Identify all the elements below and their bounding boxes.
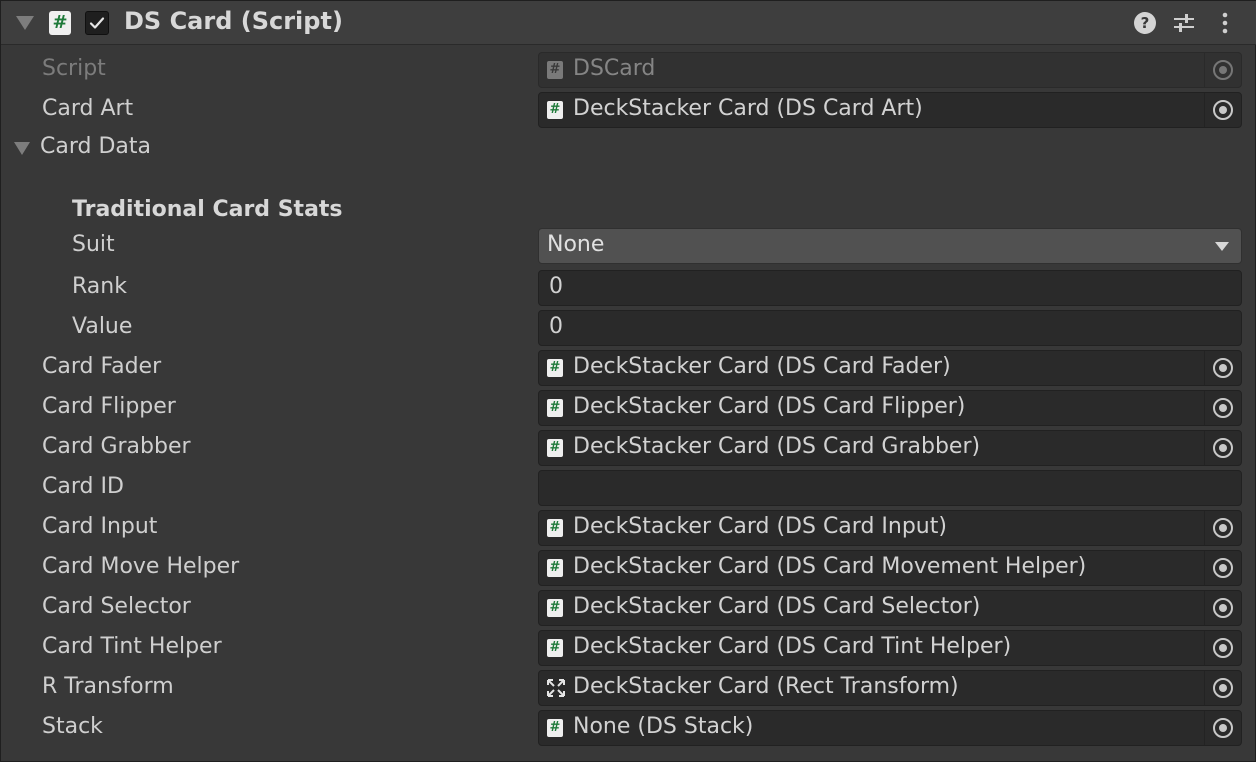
- more-options-icon[interactable]: [1214, 12, 1236, 34]
- card-fader-field[interactable]: # DeckStacker Card (DS Card Fader): [538, 350, 1242, 386]
- stack-field[interactable]: # None (DS Stack): [538, 710, 1242, 746]
- r-transform-object-picker-icon[interactable]: [1204, 671, 1241, 705]
- script-label: Script: [42, 56, 106, 81]
- value-label: Value: [72, 314, 133, 339]
- rank-input[interactable]: 0: [538, 270, 1242, 306]
- r-transform-field[interactable]: DeckStacker Card (Rect Transform): [538, 670, 1242, 706]
- card-input-label: Card Input: [42, 514, 158, 539]
- card-fader-label: Card Fader: [42, 354, 162, 379]
- inspector-panel: # DS Card (Script) ? Script # DSCard Car…: [0, 0, 1256, 762]
- script-file-icon: #: [547, 719, 563, 737]
- value-input[interactable]: 0: [538, 310, 1242, 346]
- card-move-helper-label: Card Move Helper: [42, 554, 240, 579]
- card-data-label[interactable]: Card Data: [40, 134, 151, 159]
- card-move-helper-value: DeckStacker Card (DS Card Movement Helpe…: [573, 554, 1087, 579]
- help-icon[interactable]: ?: [1134, 12, 1156, 34]
- stack-label: Stack: [42, 714, 103, 739]
- card-flipper-field[interactable]: # DeckStacker Card (DS Card Flipper): [538, 390, 1242, 426]
- card-selector-object-picker-icon[interactable]: [1204, 591, 1241, 625]
- card-fader-value: DeckStacker Card (DS Card Fader): [573, 354, 951, 379]
- traditional-card-stats-header: Traditional Card Stats: [72, 197, 343, 222]
- script-file-icon: #: [547, 599, 563, 617]
- component-title: DS Card (Script): [124, 7, 343, 35]
- checkmark-icon: [89, 17, 105, 29]
- component-header[interactable]: # DS Card (Script) ?: [1, 1, 1256, 45]
- card-flipper-value: DeckStacker Card (DS Card Flipper): [573, 394, 966, 419]
- card-flipper-label: Card Flipper: [42, 394, 176, 419]
- script-file-icon: #: [547, 559, 563, 577]
- script-file-icon: #: [547, 399, 563, 417]
- card-tint-helper-object-picker-icon[interactable]: [1204, 631, 1241, 665]
- card-art-object-picker-icon[interactable]: [1204, 93, 1241, 127]
- card-move-helper-object-picker-icon[interactable]: [1204, 551, 1241, 585]
- card-input-field[interactable]: # DeckStacker Card (DS Card Input): [538, 510, 1242, 546]
- card-id-input[interactable]: [538, 470, 1242, 506]
- suit-dropdown[interactable]: None: [538, 228, 1242, 264]
- suit-selected-value: None: [547, 232, 605, 257]
- card-data-foldout-icon[interactable]: [14, 142, 30, 155]
- script-file-icon: #: [547, 61, 563, 79]
- script-value: DSCard: [573, 56, 656, 81]
- component-foldout-icon[interactable]: [16, 16, 34, 30]
- script-object-picker-icon[interactable]: [1204, 53, 1241, 87]
- rank-value: 0: [549, 274, 563, 299]
- stack-object-picker-icon[interactable]: [1204, 711, 1241, 745]
- card-id-label: Card ID: [42, 474, 124, 499]
- card-selector-label: Card Selector: [42, 594, 191, 619]
- card-tint-helper-label: Card Tint Helper: [42, 634, 222, 659]
- card-art-value: DeckStacker Card (DS Card Art): [573, 96, 923, 121]
- suit-label: Suit: [72, 232, 115, 257]
- script-field[interactable]: # DSCard: [538, 52, 1242, 88]
- script-file-icon: #: [547, 439, 563, 457]
- rank-label: Rank: [72, 274, 127, 299]
- card-grabber-object-picker-icon[interactable]: [1204, 431, 1241, 465]
- card-selector-value: DeckStacker Card (DS Card Selector): [573, 594, 981, 619]
- card-input-value: DeckStacker Card (DS Card Input): [573, 514, 947, 539]
- card-flipper-object-picker-icon[interactable]: [1204, 391, 1241, 425]
- card-tint-helper-field[interactable]: # DeckStacker Card (DS Card Tint Helper): [538, 630, 1242, 666]
- card-art-field[interactable]: # DeckStacker Card (DS Card Art): [538, 92, 1242, 128]
- card-move-helper-field[interactable]: # DeckStacker Card (DS Card Movement Hel…: [538, 550, 1242, 586]
- card-grabber-value: DeckStacker Card (DS Card Grabber): [573, 434, 981, 459]
- card-input-object-picker-icon[interactable]: [1204, 511, 1241, 545]
- card-art-label: Card Art: [42, 96, 134, 121]
- presets-icon[interactable]: [1173, 12, 1195, 34]
- script-icon: #: [49, 11, 71, 35]
- r-transform-value: DeckStacker Card (Rect Transform): [573, 674, 959, 699]
- card-tint-helper-value: DeckStacker Card (DS Card Tint Helper): [573, 634, 1012, 659]
- component-enabled-checkbox[interactable]: [85, 11, 109, 35]
- r-transform-label: R Transform: [42, 674, 174, 699]
- value-value: 0: [549, 314, 563, 339]
- card-grabber-field[interactable]: # DeckStacker Card (DS Card Grabber): [538, 430, 1242, 466]
- card-selector-field[interactable]: # DeckStacker Card (DS Card Selector): [538, 590, 1242, 626]
- script-file-icon: #: [547, 359, 563, 377]
- card-grabber-label: Card Grabber: [42, 434, 191, 459]
- rect-transform-icon: [547, 679, 565, 697]
- card-fader-object-picker-icon[interactable]: [1204, 351, 1241, 385]
- stack-value: None (DS Stack): [573, 714, 754, 739]
- script-file-icon: #: [547, 639, 563, 657]
- script-file-icon: #: [547, 101, 563, 119]
- chevron-down-icon: [1215, 242, 1229, 251]
- script-file-icon: #: [547, 519, 563, 537]
